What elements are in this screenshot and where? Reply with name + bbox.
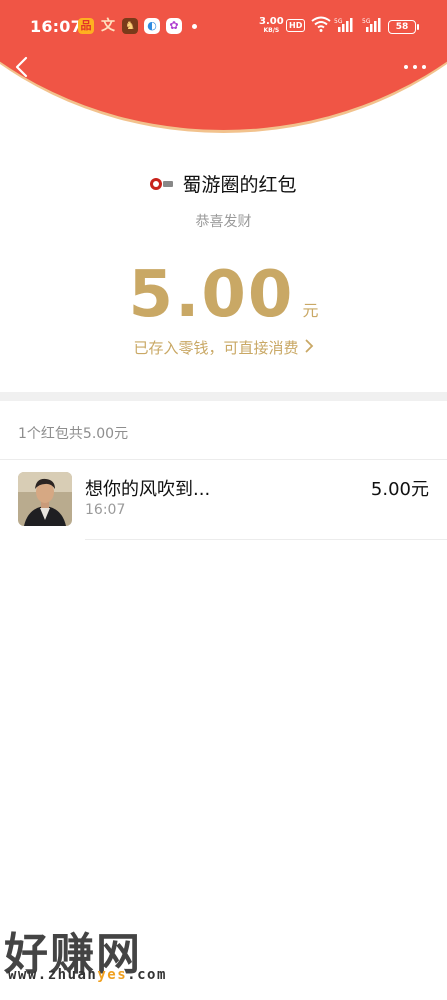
section-divider (0, 392, 447, 401)
record-name: 想你的风吹到... (85, 479, 211, 500)
network-speed-unit: KB/S (263, 27, 280, 34)
signal-label-1: 5G (334, 18, 343, 25)
hd-voice-icon: HD (286, 19, 306, 32)
cell-signal-icon: 5G (362, 18, 381, 32)
amount-unit: 元 (302, 301, 319, 320)
watermark-url-suffix: .com (127, 967, 167, 983)
game-notification-icon: ♞ (122, 18, 138, 34)
sender-row: 蜀游圈的红包 (0, 170, 447, 202)
packet-summary: 1个红包共5.00元 (18, 426, 129, 442)
watermark-url-highlight: yes (97, 967, 128, 983)
more-dots-icon[interactable] (400, 58, 430, 76)
stored-note: 已存入零钱，可直接消费 (133, 339, 299, 357)
more-notifications-dot (192, 24, 197, 29)
list-item[interactable]: 想你的风吹到... 16:07 5.00元 (0, 460, 447, 540)
chevron-right-icon (305, 339, 313, 353)
sender-logo-icon (150, 177, 174, 191)
record-amount: 5.00元 (370, 479, 429, 500)
network-speed: 3.00 KB/S (259, 16, 284, 35)
signal-label-2: 5G (362, 18, 371, 25)
amount-value: 5.00 (128, 258, 295, 332)
browser-notification-icon: ◐ (144, 18, 160, 34)
wish-text: 恭喜发财 (195, 214, 252, 230)
chevron-left-icon[interactable] (10, 54, 36, 80)
network-speed-value: 3.00 (259, 16, 284, 27)
app-notification-icon: ✿ (166, 18, 182, 34)
avatar[interactable] (18, 472, 72, 526)
received-amount: 5.00 元 (0, 258, 447, 332)
watermark-url: www.zhuanyes.com (8, 967, 167, 983)
watermark-url-prefix: www.zhuan (8, 967, 98, 983)
app-notification-icon: 文 (101, 18, 115, 34)
record-time: 16:07 (85, 502, 126, 518)
sender-name: 蜀游圈的红包 (182, 174, 297, 196)
status-time: 16:07 (30, 17, 82, 36)
wifi-icon (311, 16, 331, 32)
battery-icon: 58 (388, 20, 419, 34)
status-bar: 16:07 品 文 ♞ ◐ ✿ 3.00 KB/S HD 5G 5G 58 (0, 0, 447, 52)
cell-signal-icon: 5G (334, 18, 353, 32)
app-notification-icon: 品 (78, 18, 94, 34)
divider-line (85, 539, 447, 540)
stored-to-wallet-link[interactable]: 已存入零钱，可直接消费 (0, 337, 447, 358)
